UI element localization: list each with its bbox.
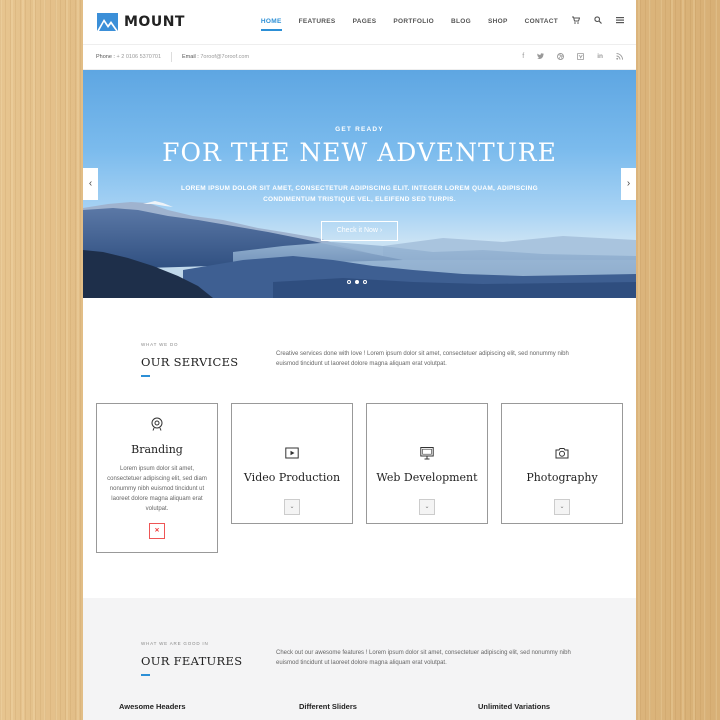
cart-icon[interactable]	[572, 0, 581, 44]
features-title-underline	[141, 674, 150, 676]
menu-icon[interactable]	[616, 0, 624, 44]
close-icon: ✕	[154, 528, 160, 534]
linkedin-icon[interactable]: in	[597, 53, 603, 62]
email-label: Email :	[182, 54, 199, 60]
expand-card-button[interactable]: ⌄	[554, 499, 570, 515]
service-card-web-development[interactable]: Web Development ⌄	[366, 403, 488, 524]
phone-number[interactable]: + 2 0106 5370701	[117, 54, 162, 60]
brand-name: MOUNT	[124, 14, 185, 30]
feature-awesome-headers: Awesome Headers	[119, 702, 186, 711]
expand-card-button[interactable]: ⌄	[284, 499, 300, 515]
slider-next-button[interactable]: ›	[621, 168, 636, 200]
divider	[171, 52, 173, 62]
vimeo-icon[interactable]	[577, 52, 585, 62]
services-label: WHAT WE DO	[141, 342, 179, 347]
logo[interactable]: MOUNT	[97, 13, 185, 31]
service-card-title: Branding	[131, 443, 183, 456]
video-icon	[285, 447, 299, 459]
nav-features[interactable]: FEATURES	[299, 0, 336, 44]
main-nav: HOME FEATURES PAGES PORTFOLIO BLOG SHOP …	[244, 0, 624, 44]
monitor-icon	[420, 447, 434, 460]
features-section: WHAT WE ARE GOOD IN OUR FEATURES Check o…	[83, 598, 636, 720]
nav-blog[interactable]: BLOG	[451, 0, 471, 44]
twitter-icon[interactable]	[537, 52, 545, 62]
nav-contact[interactable]: CONTACT	[525, 0, 558, 44]
services-title-underline	[141, 375, 150, 377]
slider-prev-button[interactable]: ‹	[83, 168, 98, 200]
nav-pages[interactable]: PAGES	[353, 0, 377, 44]
service-card-title: Video Production	[243, 471, 341, 484]
social-links: f in	[522, 53, 623, 62]
header: MOUNT HOME FEATURES PAGES PORTFOLIO BLOG…	[83, 0, 636, 44]
rss-icon[interactable]	[616, 52, 623, 62]
service-card-title: Photography	[526, 471, 598, 484]
slider-dot-1[interactable]	[347, 280, 351, 284]
chevron-right-icon: ›	[626, 178, 631, 189]
expand-card-button[interactable]: ⌄	[419, 499, 435, 515]
chevron-down-icon: ⌄	[559, 504, 565, 510]
dribbble-icon[interactable]	[557, 52, 565, 62]
check-it-now-button[interactable]: Check it Now ›	[321, 221, 398, 241]
slider-dot-3[interactable]	[363, 280, 367, 284]
nav-portfolio[interactable]: PORTFOLIO	[393, 0, 434, 44]
service-card-video-production[interactable]: Video Production ⌄	[231, 403, 353, 524]
feature-different-sliders: Different Sliders	[299, 702, 357, 711]
features-label: WHAT WE ARE GOOD IN	[141, 641, 209, 646]
phone-label: Phone :	[96, 54, 115, 60]
hero-kicker: GET READY	[335, 126, 384, 133]
search-icon[interactable]	[594, 0, 602, 44]
feature-unlimited-variations: Unlimited Variations	[478, 702, 551, 711]
slider-dot-2[interactable]	[355, 280, 359, 284]
facebook-icon[interactable]: f	[522, 53, 524, 62]
services-title: OUR SERVICES	[141, 355, 239, 369]
close-card-button[interactable]: ✕	[149, 523, 165, 539]
check-it-now-label: Check it Now	[336, 227, 378, 234]
nav-home[interactable]: HOME	[260, 0, 282, 44]
nav-shop[interactable]: SHOP	[488, 0, 508, 44]
page: MOUNT HOME FEATURES PAGES PORTFOLIO BLOG…	[83, 0, 636, 720]
branding-icon	[151, 417, 163, 431]
features-description: Check out our awesome features ! Lorem i…	[276, 650, 571, 666]
chevron-down-icon: ⌄	[424, 504, 430, 510]
service-card-title: Web Development	[376, 471, 478, 484]
hero-title: FOR THE NEW ADVENTURE	[162, 138, 557, 167]
chevron-down-icon: ⌄	[289, 504, 295, 510]
service-card-branding[interactable]: Branding Lorem ipsum dolor sit amet, con…	[96, 403, 218, 553]
slider-dots	[347, 280, 367, 284]
service-card-text: Lorem ipsum dolor sit amet, consectetuer…	[107, 466, 207, 512]
service-card-photography[interactable]: Photography ⌄	[501, 403, 623, 524]
chevron-right-icon: ›	[379, 227, 383, 234]
hero-slider: GET READY FOR THE NEW ADVENTURE LOREM IP…	[83, 70, 636, 298]
features-title: OUR FEATURES	[141, 654, 243, 668]
email-address[interactable]: 7oroof@7oroof.com	[200, 54, 249, 60]
services-description: Creative services done with love ! Lorem…	[276, 351, 569, 367]
contact-bar: Phone : + 2 0106 5370701 Email : 7oroof@…	[83, 44, 636, 70]
camera-icon	[555, 448, 569, 459]
logo-mountain-icon	[97, 13, 118, 31]
chevron-left-icon: ‹	[88, 178, 93, 189]
hero-lead: LOREM IPSUM DOLOR SIT AMET, CONSECTETUR …	[181, 185, 538, 203]
